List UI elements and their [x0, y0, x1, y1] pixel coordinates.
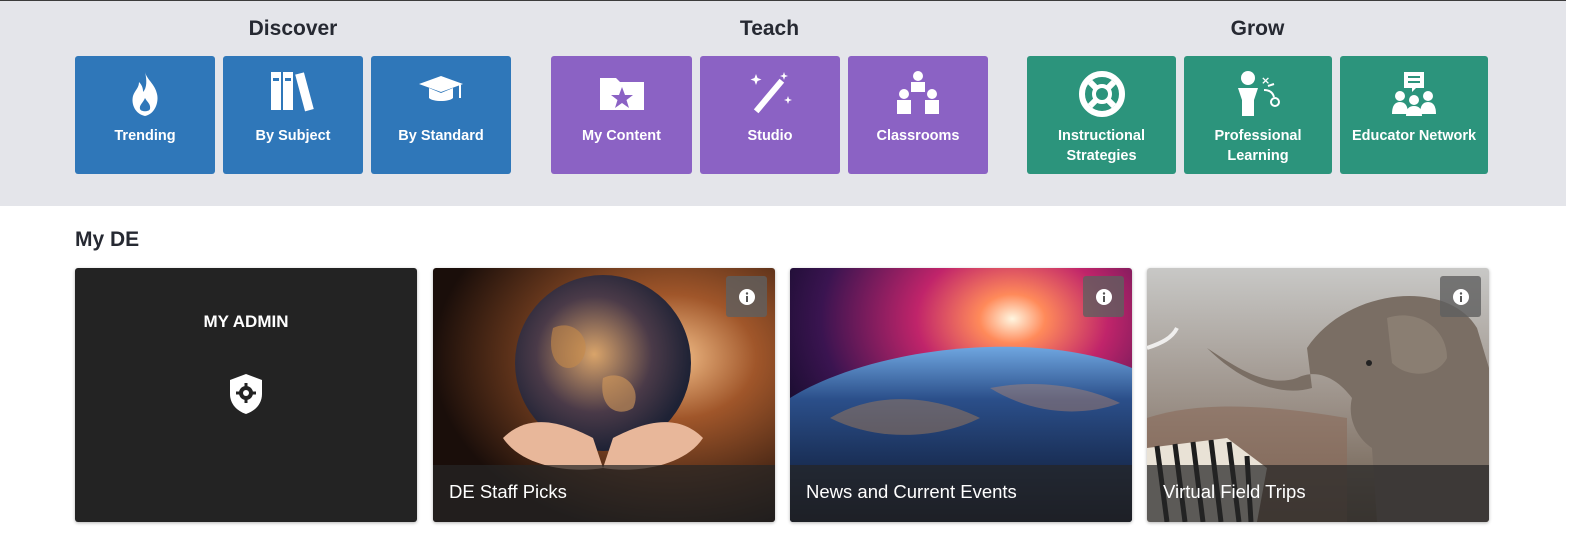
- tile-label: Instructional Strategies: [1057, 128, 1145, 164]
- card-caption: Virtual Field Trips: [1163, 481, 1306, 502]
- my-admin-card[interactable]: MY ADMIN: [75, 268, 417, 522]
- info-button[interactable]: [726, 276, 767, 317]
- tile-studio[interactable]: Studio: [700, 56, 840, 174]
- tile-label: Educator Network: [1351, 128, 1477, 144]
- tile-classrooms[interactable]: Classrooms: [848, 56, 988, 174]
- group-title-discover: Discover: [248, 17, 338, 40]
- tile-my-content[interactable]: My Content: [551, 56, 692, 174]
- lifebuoy-icon: [1027, 70, 1176, 118]
- folder-star-icon: [551, 70, 692, 118]
- quick-links-band: Discover Trending By Subject By Standard…: [0, 0, 1566, 206]
- card-caption-bar: News and Current Events: [790, 465, 1132, 522]
- info-button[interactable]: [1083, 276, 1124, 317]
- group-title-teach: Teach: [739, 17, 800, 40]
- card-caption: DE Staff Picks: [449, 481, 567, 502]
- card-news-and-current-events[interactable]: News and Current Events: [790, 268, 1132, 522]
- card-caption: News and Current Events: [806, 481, 1017, 502]
- tile-label: Classrooms: [876, 128, 960, 144]
- info-icon: [738, 288, 755, 305]
- info-icon: [1095, 288, 1112, 305]
- info-button[interactable]: [1440, 276, 1481, 317]
- card-caption-bar: DE Staff Picks: [433, 465, 775, 522]
- tile-by-subject[interactable]: By Subject: [223, 56, 363, 174]
- graduation-cap-icon: [371, 70, 511, 118]
- tile-professional-learning[interactable]: × Professional Learning: [1184, 56, 1332, 174]
- magic-wand-icon: [700, 70, 840, 118]
- group-title-grow: Grow: [1230, 17, 1285, 40]
- info-icon: [1452, 288, 1469, 305]
- tile-educator-network[interactable]: Educator Network: [1340, 56, 1488, 174]
- classroom-icon: [848, 70, 988, 118]
- coach-icon: ×: [1184, 70, 1332, 118]
- tile-label: My Content: [582, 128, 661, 144]
- shield-gear-icon: [227, 372, 265, 416]
- books-icon: [223, 70, 363, 118]
- my-de-heading: My DE: [75, 228, 140, 251]
- tile-label: Professional Learning: [1214, 128, 1302, 164]
- tile-label: By Subject: [255, 128, 331, 144]
- flame-icon: [75, 70, 215, 118]
- tile-label: Trending: [114, 128, 176, 144]
- tile-label: By Standard: [398, 128, 484, 144]
- my-admin-title: MY ADMIN: [203, 312, 289, 331]
- tile-by-standard[interactable]: By Standard: [371, 56, 511, 174]
- network-chat-icon: [1340, 70, 1488, 118]
- tile-trending[interactable]: Trending: [75, 56, 215, 174]
- tile-label: Studio: [747, 128, 793, 144]
- tile-instructional-strategies[interactable]: Instructional Strategies: [1027, 56, 1176, 174]
- card-virtual-field-trips[interactable]: Virtual Field Trips: [1147, 268, 1489, 522]
- card-de-staff-picks[interactable]: DE Staff Picks: [433, 268, 775, 522]
- card-caption-bar: Virtual Field Trips: [1147, 465, 1489, 522]
